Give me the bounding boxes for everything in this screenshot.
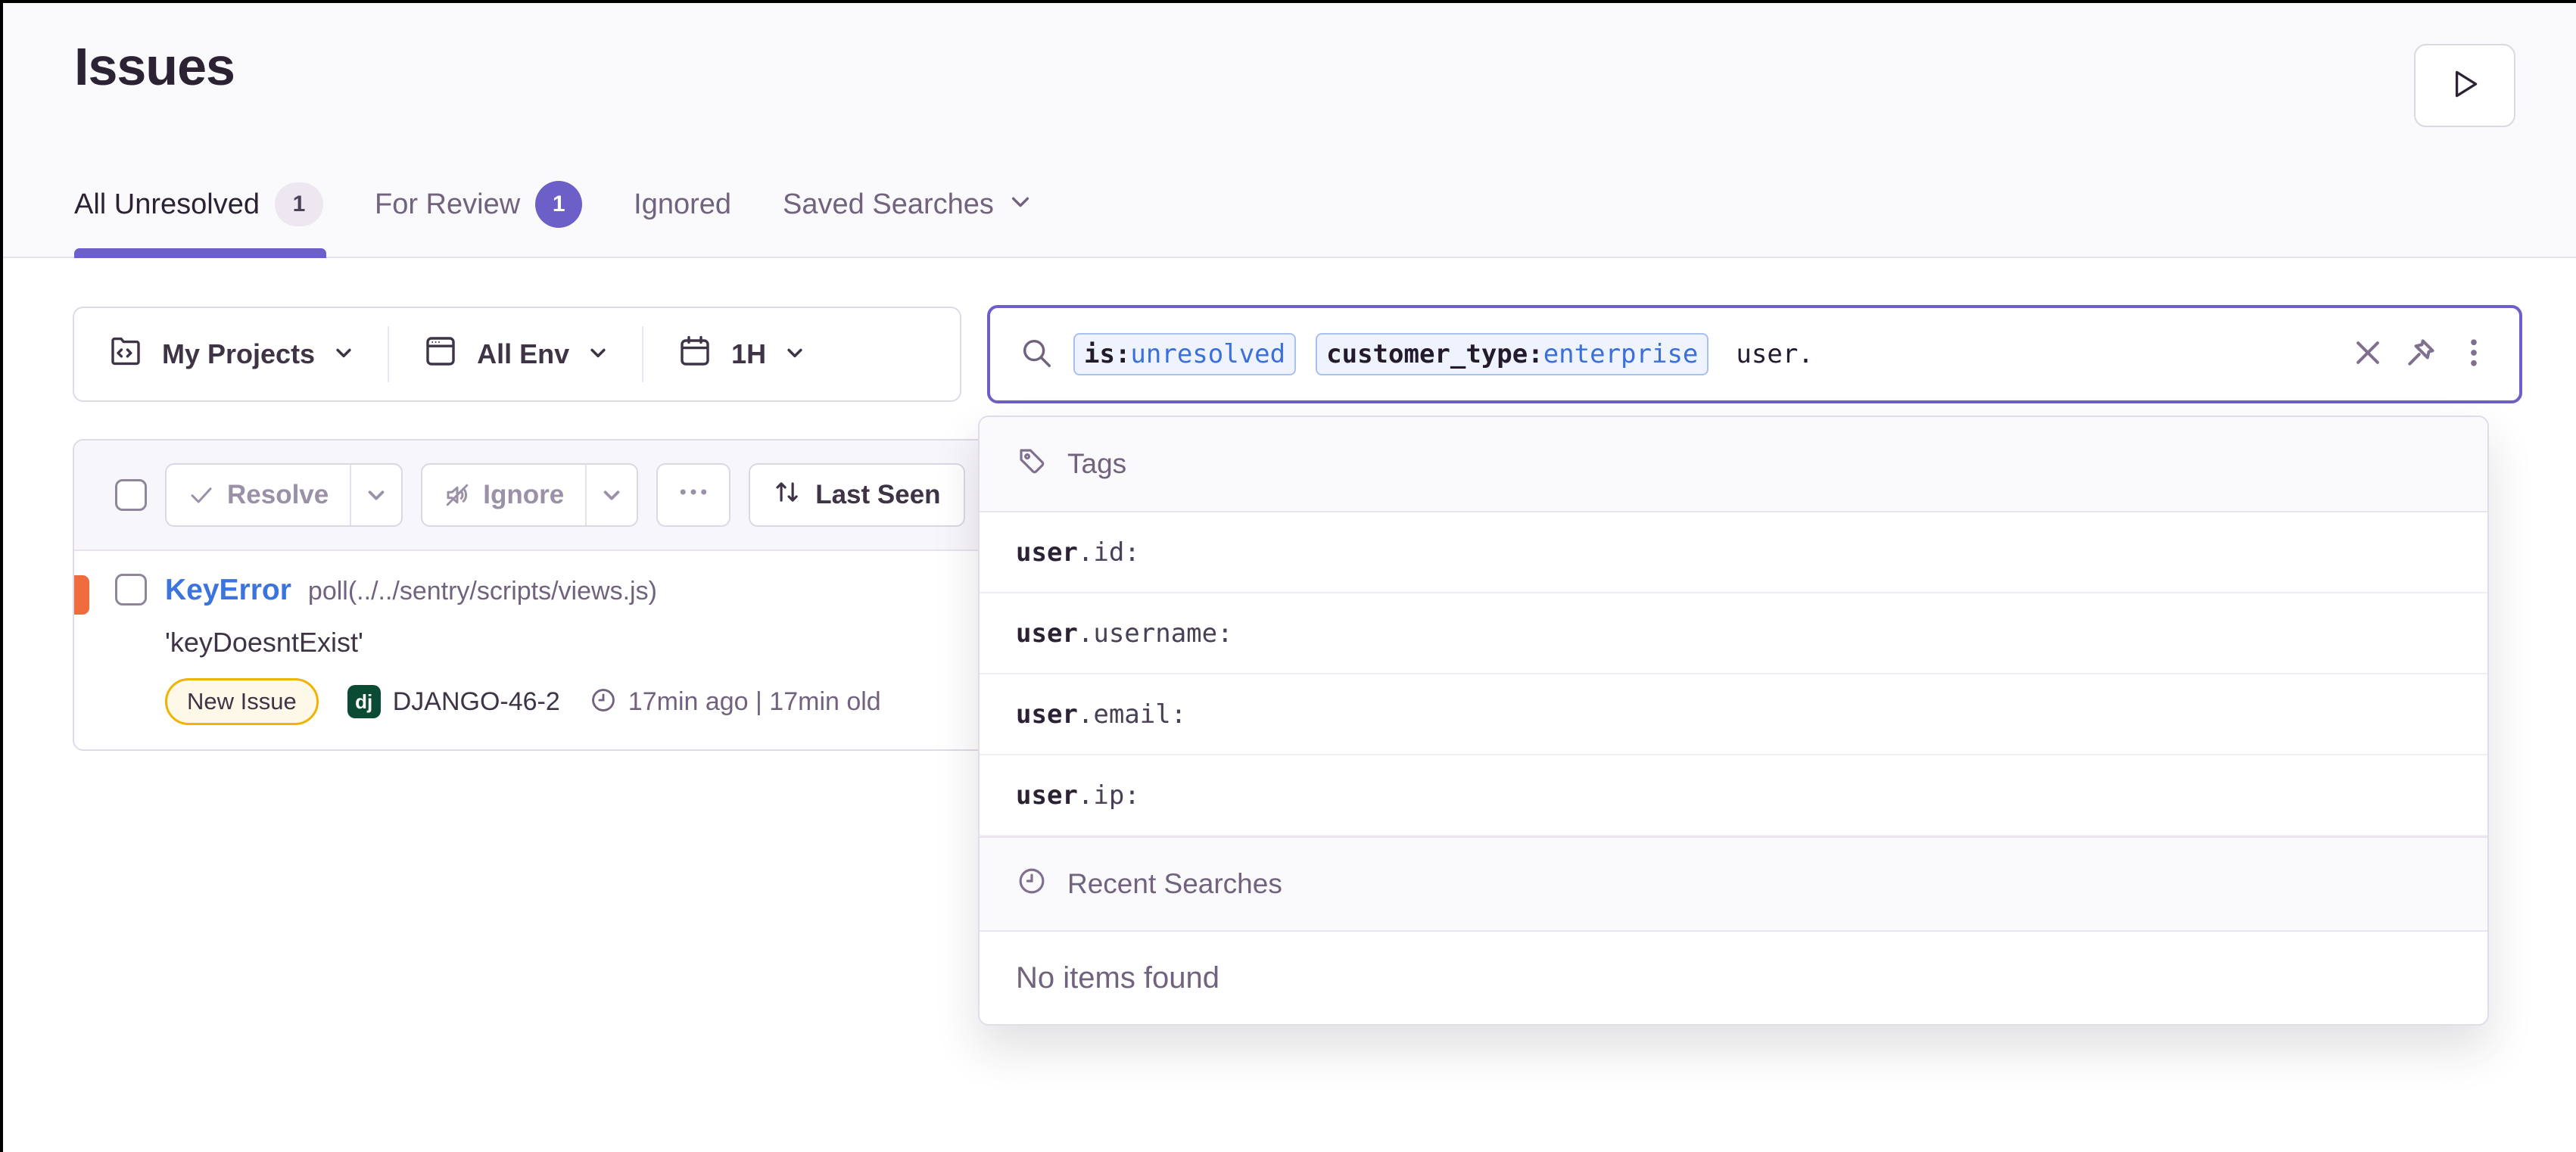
chevron-down-icon xyxy=(587,338,609,370)
environment-filter-label: All Env xyxy=(477,338,569,370)
screenshot-left-border xyxy=(0,0,3,1152)
chevron-down-icon xyxy=(1009,188,1032,221)
play-icon xyxy=(2446,65,2484,107)
tab-label: For Review xyxy=(375,188,520,221)
chevron-down-icon xyxy=(333,338,354,370)
issue-message: 'keyDoesntExist' xyxy=(165,627,881,659)
ellipsis-icon xyxy=(677,475,710,515)
sort-label: Last Seen xyxy=(815,480,940,510)
issue-culprit: poll(../../sentry/scripts/views.js) xyxy=(308,577,657,606)
clock-icon xyxy=(1016,865,1048,904)
resolve-dropdown-button[interactable] xyxy=(351,465,401,525)
resolve-split-button: Resolve xyxy=(165,463,403,527)
issue-title-link[interactable]: KeyError xyxy=(165,574,291,607)
search-input-text[interactable]: user. xyxy=(1736,339,1813,369)
issue-times: 17min ago | 17min old xyxy=(589,686,881,718)
token-key: is: xyxy=(1084,339,1130,369)
tab-count-badge: 1 xyxy=(535,181,582,228)
project-short-id: DJANGO-46-2 xyxy=(393,687,560,717)
tab-for-review[interactable]: For Review 1 xyxy=(375,181,585,258)
issue-checkbox[interactable] xyxy=(115,574,147,606)
recent-searches-label: Recent Searches xyxy=(1067,868,1282,900)
window-icon xyxy=(422,333,459,376)
token-key: customer_type: xyxy=(1326,339,1543,369)
time-range-label: 1H xyxy=(731,338,766,370)
kebab-menu-icon[interactable] xyxy=(2457,336,2490,373)
tags-section-header: Tags xyxy=(980,417,2487,512)
tag-key-prefix: user xyxy=(1016,537,1078,568)
filter-bar: My Projects All Env xyxy=(73,307,961,402)
tab-label: Saved Searches xyxy=(783,188,994,221)
token-value: enterprise xyxy=(1543,339,1699,369)
active-tab-underline xyxy=(74,248,326,258)
tag-suggestion-user-username[interactable]: user.username: xyxy=(980,593,2487,674)
search-dropdown-panel: Tags user.id: user.username: user.email:… xyxy=(978,416,2489,1026)
issue-row: KeyError poll(../../sentry/scripts/views… xyxy=(74,551,989,725)
error-level-indicator xyxy=(74,575,89,615)
django-project-icon: dj xyxy=(347,685,381,718)
tag-key-prefix: user xyxy=(1016,780,1078,811)
tag-key-suffix: .email: xyxy=(1078,699,1186,730)
select-all-checkbox[interactable] xyxy=(115,479,147,511)
tag-key-prefix: user xyxy=(1016,618,1078,649)
screenshot-top-border xyxy=(0,0,2576,3)
project-info[interactable]: dj DJANGO-46-2 xyxy=(347,685,560,718)
tag-suggestion-user-ip[interactable]: user.ip: xyxy=(980,755,2487,836)
search-bar[interactable]: is:unresolved customer_type:enterprise u… xyxy=(987,305,2522,403)
resolve-button[interactable]: Resolve xyxy=(167,465,350,525)
clock-icon xyxy=(589,686,618,718)
play-button[interactable] xyxy=(2414,44,2515,127)
tags-header-label: Tags xyxy=(1067,448,1126,480)
tab-bar: All Unresolved 1 For Review 1 Ignored Sa… xyxy=(74,181,1035,258)
tab-label: Ignored xyxy=(634,188,731,221)
tag-suggestion-user-email[interactable]: user.email: xyxy=(980,674,2487,755)
chevron-down-icon xyxy=(784,338,805,370)
token-value: unresolved xyxy=(1130,339,1285,369)
tag-key-suffix: .username: xyxy=(1078,618,1233,649)
tab-saved-searches[interactable]: Saved Searches xyxy=(783,181,1035,258)
issue-age-text: 17min ago | 17min old xyxy=(628,687,881,717)
ignore-split-button: Ignore xyxy=(421,463,638,527)
project-filter-button[interactable]: My Projects xyxy=(74,308,388,400)
search-icon xyxy=(1019,335,1054,374)
no-items-message: No items found xyxy=(980,932,2487,1024)
tag-icon xyxy=(1016,445,1048,484)
issues-card: Resolve Ignore xyxy=(73,439,990,751)
tab-all-unresolved[interactable]: All Unresolved 1 xyxy=(74,181,326,258)
new-issue-badge: New Issue xyxy=(165,678,319,725)
ignore-label: Ignore xyxy=(483,480,564,510)
page-header: Issues All Unresolved 1 For Review 1 Ign… xyxy=(0,0,2576,258)
sort-arrows-icon xyxy=(773,478,802,513)
time-range-filter-button[interactable]: 1H xyxy=(643,308,839,400)
project-filter-label: My Projects xyxy=(162,338,315,370)
page-title: Issues xyxy=(74,36,235,97)
search-token-is-unresolved[interactable]: is:unresolved xyxy=(1073,333,1296,375)
clear-search-icon[interactable] xyxy=(2351,336,2384,373)
environment-filter-button[interactable]: All Env xyxy=(389,308,642,400)
ignore-dropdown-button[interactable] xyxy=(587,465,637,525)
resolve-label: Resolve xyxy=(227,480,329,510)
projects-folder-icon xyxy=(107,333,144,376)
recent-searches-header: Recent Searches xyxy=(980,836,2487,932)
tab-ignored[interactable]: Ignored xyxy=(634,181,734,258)
tab-count-badge: 1 xyxy=(275,182,323,226)
issues-toolbar: Resolve Ignore xyxy=(74,441,989,551)
tag-key-suffix: .ip: xyxy=(1078,780,1140,811)
tag-key-suffix: .id: xyxy=(1078,537,1140,568)
tag-suggestion-user-id[interactable]: user.id: xyxy=(980,512,2487,593)
ignore-button[interactable]: Ignore xyxy=(422,465,585,525)
tag-key-prefix: user xyxy=(1016,699,1078,730)
more-actions-button[interactable] xyxy=(656,463,730,527)
calendar-icon xyxy=(677,333,713,376)
sort-button[interactable]: Last Seen xyxy=(749,463,964,527)
tab-label: All Unresolved xyxy=(74,188,260,221)
pin-search-icon[interactable] xyxy=(2404,336,2437,373)
search-token-customer-type[interactable]: customer_type:enterprise xyxy=(1316,333,1709,375)
